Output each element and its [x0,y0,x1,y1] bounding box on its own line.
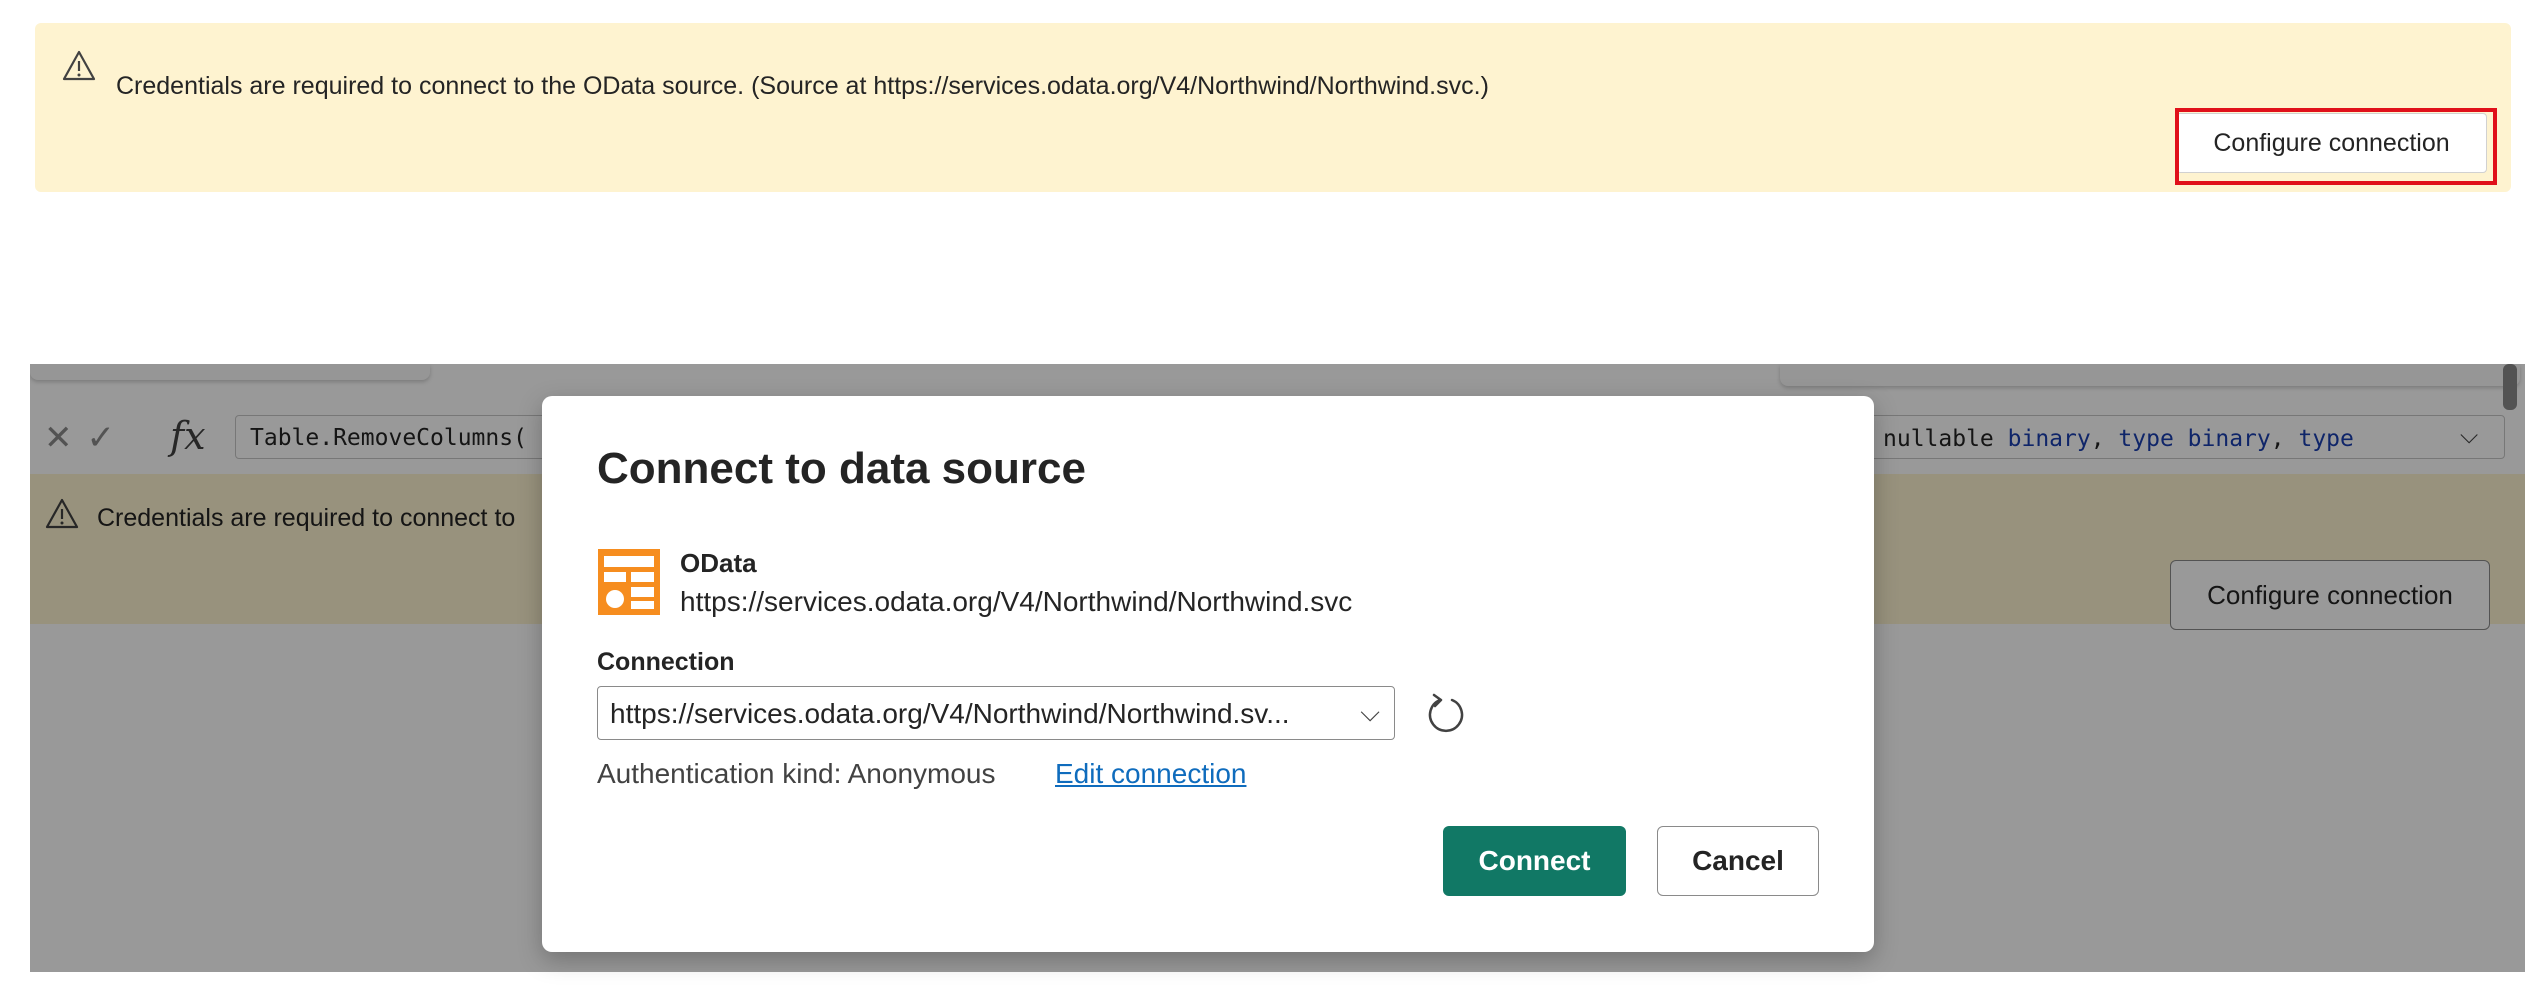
connection-value: https://services.odata.org/V4/Northwind/… [610,698,1290,729]
source-name: OData [680,548,757,578]
cancel-button[interactable]: Cancel [1657,826,1819,896]
highlight-box [2175,108,2497,185]
banner-message: Credentials are required to connect to t… [116,72,1489,100]
odata-icon [598,549,660,615]
connect-dialog: Connect to data source OData https://ser… [542,396,1874,952]
dialog-title: Connect to data source [597,444,1086,493]
connection-label: Connection [597,648,735,676]
chevron-down-icon: ⌵ [1360,697,1380,727]
warning-icon [62,50,96,81]
authentication-kind: Authentication kind: Anonymous [597,758,996,789]
connection-dropdown[interactable]: https://services.odata.org/V4/Northwind/… [597,686,1395,740]
connect-button[interactable]: Connect [1443,826,1626,896]
warning-banner: Credentials are required to connect to t… [35,23,2511,192]
edit-connection-link[interactable]: Edit connection [1055,758,1246,790]
source-url: https://services.odata.org/V4/Northwind/… [680,586,1353,617]
refresh-icon[interactable] [1422,689,1470,737]
